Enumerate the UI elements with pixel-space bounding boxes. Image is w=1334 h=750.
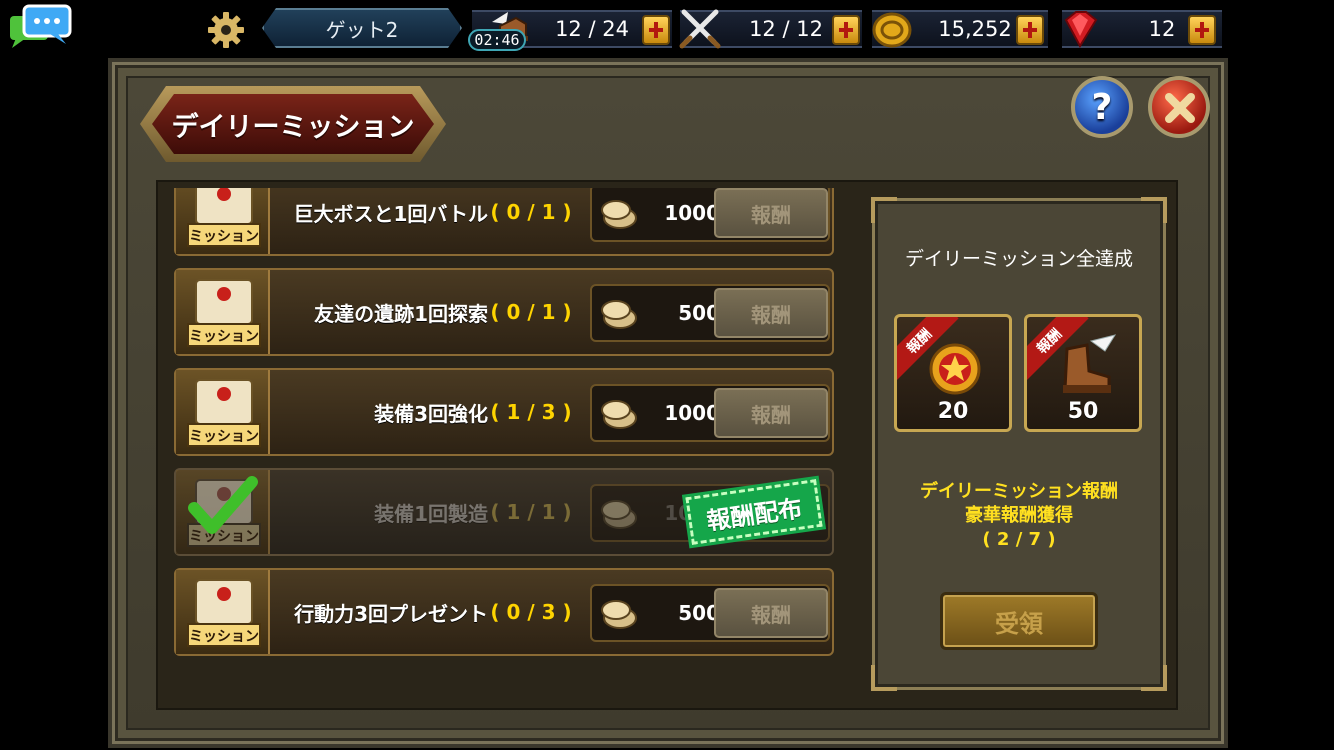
mission-icon-cell: ミッション [176,570,270,654]
mission-progress: ( 1 / 3 ) [490,400,572,424]
reward-amount: 500 [678,301,720,325]
mission-name: 友達の遺跡1回探索 [314,301,488,326]
reward-card-boot: 報酬 50 [1024,314,1142,432]
reward-count: 50 [1067,398,1099,424]
claim-reward-button[interactable]: 報酬 [714,388,828,438]
question-mark-icon: ? [1091,86,1113,128]
add-gem-button[interactable] [1188,15,1216,45]
panel-corner [871,665,897,691]
help-button[interactable]: ? [1071,76,1133,138]
coins-icon [601,300,637,329]
add-battle-button[interactable] [832,15,860,45]
message-line: デイリーミッション報酬 [920,481,1118,502]
mission-icon-label: ミッション [189,429,259,445]
settings-button[interactable] [206,10,246,50]
stamina-timer: 02:46 [468,29,526,51]
mission-name: 行動力3回プレゼント [294,601,488,626]
mission-reward-box: 1000 報酬 [590,384,830,442]
chat-bubbles-icon [10,4,72,48]
close-button[interactable] [1148,76,1210,138]
mission-progress: ( 1 / 1 ) [490,500,572,524]
claim-reward-button[interactable]: 報酬 [714,288,828,338]
mission-progress: ( 0 / 1 ) [490,200,572,224]
crossed-swords-icon [679,9,721,49]
gold-coin-icon [872,12,912,48]
reward-amount: 1000 [664,201,720,225]
claim-reward-button[interactable]: 報酬 [714,588,828,638]
mission-row: ミッション 行動力3回プレゼント ( 0 / 3 ) 500 報酬 [174,568,834,656]
reward-amount: 1000 [664,401,720,425]
chat-button[interactable] [8,4,74,50]
receive-button[interactable]: 受領 [940,592,1098,650]
battle-value: 12 / 12 [749,17,823,41]
all-clear-title: デイリーミッション全達成 [904,247,1133,270]
mission-icon-label: ミッション [189,229,259,245]
add-gold-button[interactable] [1016,15,1044,45]
all-clear-progress-count: ( 2 / 7 ) [982,529,1056,550]
coins-icon [601,600,637,629]
coins-icon [601,200,637,229]
mission-progress: ( 0 / 1 ) [490,300,572,324]
mission-progress: ( 0 / 3 ) [490,600,572,624]
add-stamina-button[interactable] [642,15,670,45]
panel-corner [1141,197,1167,223]
mission-row: ミッション 巨大ボスと1回バトル ( 0 / 1 ) 1000 報酬 [174,188,834,256]
reward-count: 20 [937,398,969,424]
message-line: 豪華報酬獲得 [965,505,1073,526]
reward-amount: 500 [678,601,720,625]
gem-value: 12 [1148,17,1176,41]
reward-card-medal: 報酬 20 [894,314,1012,432]
mission-reward-box: 1000 報酬 [590,188,830,242]
claim-reward-button[interactable]: 報酬 [714,188,828,238]
mission-icon-label: ミッション [189,629,259,645]
panel-corner [871,197,897,223]
all-clear-progress-message: デイリーミッション報酬 豪華報酬獲得 ( 2 / 7 ) [880,480,1158,552]
mission-row-completed: ミッション 装備1回製造 ( 1 / 1 ) 1000 報酬配布 [174,468,834,556]
mission-icon-label: ミッション [189,329,259,345]
mission-icon-cell: ミッション [176,188,270,254]
checkmark-icon [188,476,258,534]
panel-corner [1141,665,1167,691]
ruby-gem-icon [1064,11,1098,49]
gear-icon [208,12,244,48]
player-title-plate: ゲット2 [262,8,462,48]
window-title: デイリーミッション [152,94,434,154]
mission-row: ミッション 装備3回強化 ( 1 / 3 ) 1000 報酬 [174,368,834,456]
mission-list[interactable]: ミッション 巨大ボスと1回バトル ( 0 / 1 ) 1000 報酬 ミッション… [172,188,838,660]
stamina-value: 12 / 24 [555,17,629,41]
coins-icon [601,400,637,429]
mission-icon-cell: ミッション [176,370,270,454]
mission-name: 装備3回強化 [374,401,488,426]
mission-row: ミッション 友達の遺跡1回探索 ( 0 / 1 ) 500 報酬 [174,268,834,356]
mission-name: 巨大ボスと1回バトル [293,201,488,226]
mission-reward-box: 500 報酬 [590,584,830,642]
mission-name: 装備1回製造 [374,501,488,526]
coins-icon [601,500,637,529]
close-icon [1165,93,1195,123]
mission-icon-cell: ミッション [176,270,270,354]
mission-reward-box: 500 報酬 [590,284,830,342]
gold-value: 15,252 [938,17,1012,41]
